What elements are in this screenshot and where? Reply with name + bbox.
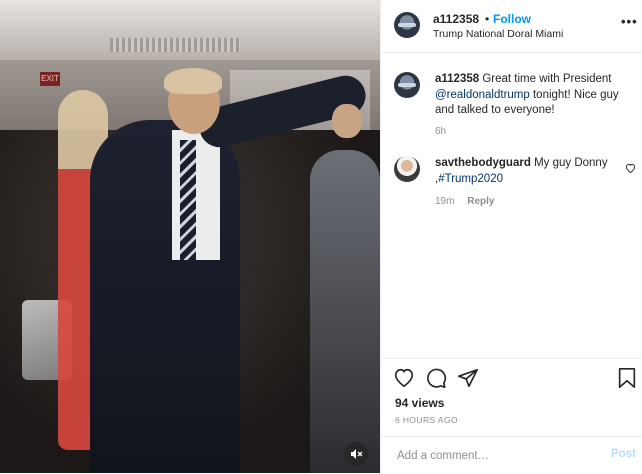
post-video[interactable]: EXIT bbox=[0, 0, 380, 473]
comment-body: Great time with President bbox=[482, 73, 612, 85]
waving-hand bbox=[332, 104, 362, 138]
comment-username[interactable]: a112358 bbox=[435, 73, 479, 85]
post-side-panel: a112358 • Follow Trump National Doral Mi… bbox=[380, 0, 642, 473]
comment-meta: 19m Reply bbox=[435, 196, 494, 207]
comment-username[interactable]: savthebodyguard bbox=[435, 157, 531, 169]
post-header: a112358 • Follow Trump National Doral Mi… bbox=[381, 0, 642, 53]
like-comment-heart-icon[interactable] bbox=[625, 163, 636, 176]
heart-icon[interactable] bbox=[393, 367, 417, 391]
hashtag-link[interactable]: #Trump2020 bbox=[438, 173, 503, 185]
comment-meta: 6h bbox=[435, 126, 446, 137]
comment-text: savthebodyguard My guy Donny ,#Trump2020 bbox=[435, 156, 625, 187]
bookmark-icon[interactable] bbox=[617, 367, 641, 391]
comments-list: a112358 Great time with President @reald… bbox=[381, 53, 642, 358]
post-comment-button[interactable]: Post bbox=[611, 448, 636, 460]
share-icon[interactable] bbox=[457, 367, 481, 391]
add-comment-bar: Post bbox=[381, 436, 642, 474]
user-avatar[interactable] bbox=[394, 12, 420, 38]
comment-input[interactable] bbox=[395, 446, 589, 466]
posted-time: 6 HOURS AGO bbox=[395, 415, 458, 425]
man-hair bbox=[164, 68, 222, 94]
ceiling-vent bbox=[110, 38, 240, 52]
header-username[interactable]: a112358 bbox=[433, 12, 479, 26]
comment-text: a112358 Great time with President @reald… bbox=[435, 72, 625, 119]
commenter-avatar[interactable] bbox=[394, 156, 420, 182]
user-avatar[interactable] bbox=[394, 72, 420, 98]
background-person bbox=[310, 150, 380, 473]
location-link[interactable]: Trump National Doral Miami bbox=[433, 28, 563, 40]
exit-sign: EXIT bbox=[40, 72, 60, 86]
comment-time: 6h bbox=[435, 126, 447, 137]
striped-tie bbox=[180, 140, 196, 260]
instagram-post-view: EXIT a112358 • Follow Trump National Dor… bbox=[0, 0, 642, 473]
comment-icon[interactable] bbox=[425, 367, 449, 391]
reply-button[interactable]: Reply bbox=[467, 196, 494, 207]
comment-time: 19m bbox=[435, 196, 455, 207]
separator-dot: • bbox=[485, 12, 490, 26]
follow-button[interactable]: Follow bbox=[493, 12, 531, 26]
more-options-icon[interactable]: ••• bbox=[621, 14, 638, 29]
view-count[interactable]: 94 views bbox=[395, 396, 444, 410]
mention-link[interactable]: @realdonaldtrump bbox=[435, 89, 530, 101]
speaker-muted-icon[interactable] bbox=[344, 442, 368, 466]
